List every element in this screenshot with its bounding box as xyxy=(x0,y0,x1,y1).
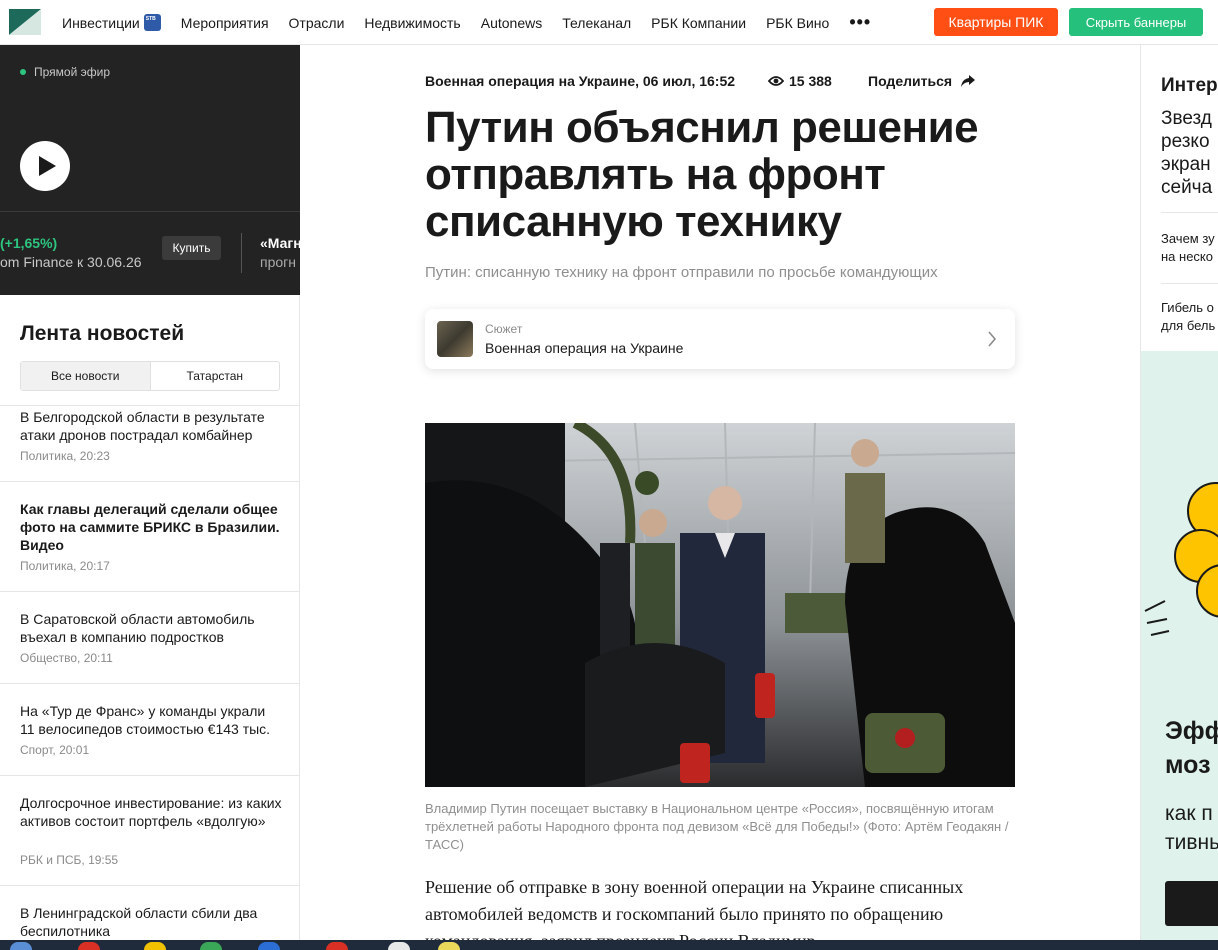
view-count: 15 388 xyxy=(768,73,832,89)
nav-realty[interactable]: Недвижимость xyxy=(364,15,460,31)
news-title[interactable]: Долгосрочное инвестирование: из каких ак… xyxy=(20,794,282,830)
nav-industries[interactable]: Отрасли xyxy=(289,15,345,31)
more-menu-icon[interactable]: ••• xyxy=(849,12,871,33)
nav-wine[interactable]: РБК Вино xyxy=(766,15,829,31)
news-title[interactable]: На «Тур де Франс» у команды украли 11 ве… xyxy=(20,702,282,738)
ad-subtitle: тивны xyxy=(1165,831,1218,854)
sidebar-headline[interactable]: экран xyxy=(1161,153,1211,176)
os-taskbar xyxy=(0,940,1218,950)
news-meta: Политика, 20:17 xyxy=(20,559,110,573)
news-item[interactable]: На «Тур де Франс» у команды украли 11 ве… xyxy=(0,683,300,775)
nav-autonews[interactable]: Autonews xyxy=(481,15,542,31)
article-subheading: Путин: списанную технику на фронт отправ… xyxy=(425,264,938,281)
article-photo xyxy=(425,423,1015,787)
taskbar-app-icon[interactable] xyxy=(326,942,348,950)
ad-subtitle: как п xyxy=(1165,802,1213,825)
share-arrow-icon xyxy=(961,75,976,87)
article-lead: Решение об отправке в зону военной опера… xyxy=(425,877,964,950)
article-headline: Путин объяснил решение отправлять на фро… xyxy=(425,103,979,246)
taskbar-app-icon[interactable] xyxy=(10,942,32,950)
news-title[interactable]: В Саратовской области автомобиль въехал … xyxy=(20,610,282,646)
flower-illustration-icon xyxy=(1144,482,1218,636)
news-title[interactable]: В Белгородской области в результате атак… xyxy=(20,408,282,444)
share-button[interactable]: Поделиться xyxy=(868,73,976,89)
tab-tatarstan[interactable]: Татарстан xyxy=(151,362,280,390)
rbc-logo[interactable] xyxy=(5,7,43,37)
sidebar-link[interactable]: для бель xyxy=(1161,317,1215,335)
ticker-next-title[interactable]: «Магн xyxy=(260,235,300,251)
quote-source: om Finance к 30.06.26 xyxy=(0,254,142,270)
chevron-right-icon[interactable] xyxy=(987,330,997,348)
sidebar-section-title: Интер xyxy=(1161,75,1218,96)
ad-banner[interactable]: Эфф моз как п тивны xyxy=(1141,351,1218,950)
hide-banners-button[interactable]: Скрыть баннеры xyxy=(1069,8,1203,36)
left-column: Прямой эфир (+1,65%) om Finance к 30.06.… xyxy=(0,45,300,950)
divider xyxy=(1161,212,1218,213)
story-title[interactable]: Военная операция на Украине xyxy=(485,340,683,356)
tab-all-news[interactable]: Все новости xyxy=(21,362,151,390)
news-meta: Общество, 20:11 xyxy=(20,651,113,665)
nav-events[interactable]: Мероприятия xyxy=(181,15,269,31)
nav-tv[interactable]: Телеканал xyxy=(562,15,631,31)
news-title[interactable]: Как главы делегаций сделали общее фото н… xyxy=(20,500,282,554)
divider xyxy=(1161,283,1218,284)
sidebar-headline[interactable]: сейча xyxy=(1161,176,1212,199)
sidebar-headline[interactable]: резко xyxy=(1161,130,1210,153)
pik-apartments-button[interactable]: Квартиры ПИК xyxy=(934,8,1058,36)
nav-companies[interactable]: РБК Компании xyxy=(651,15,746,31)
taskbar-app-icon[interactable] xyxy=(144,942,166,950)
news-meta: Политика, 20:23 xyxy=(20,449,110,463)
story-label: Сюжет xyxy=(485,322,523,336)
ad-button[interactable] xyxy=(1165,881,1218,926)
stb-badge-icon xyxy=(143,14,161,31)
news-item[interactable]: В Саратовской области автомобиль въехал … xyxy=(0,591,300,683)
play-icon[interactable] xyxy=(20,141,70,191)
quote-change: (+1,65%) xyxy=(0,235,58,251)
sidebar-link[interactable]: Гибель о xyxy=(1161,299,1214,317)
news-feed-title: Лента новостей xyxy=(20,322,185,345)
story-card[interactable]: Сюжет Военная операция на Украине xyxy=(425,309,1015,369)
taskbar-app-icon[interactable] xyxy=(200,942,222,950)
taskbar-app-icon[interactable] xyxy=(438,942,460,950)
divider xyxy=(0,211,300,212)
news-title[interactable]: В Ленинградской области сбили два беспил… xyxy=(20,904,282,940)
news-meta: Спорт, 20:01 xyxy=(20,743,90,757)
eye-icon xyxy=(768,76,784,86)
right-column: Интер Звезд резко экран сейча Зачем зу н… xyxy=(1140,45,1218,950)
photo-illustration xyxy=(425,423,1015,787)
ad-title: Эфф xyxy=(1165,717,1218,745)
sidebar-link[interactable]: на неско xyxy=(1161,248,1213,266)
live-player[interactable]: Прямой эфир (+1,65%) om Finance к 30.06.… xyxy=(0,45,300,295)
live-dot-icon xyxy=(20,69,26,75)
live-label: Прямой эфир xyxy=(20,65,110,79)
ad-title: моз xyxy=(1165,751,1211,779)
ticker-next-subtitle: прогн xyxy=(260,254,296,270)
article-rubric-date[interactable]: Военная операция на Украине, 06 июл, 16:… xyxy=(425,73,735,89)
news-item[interactable]: В Белгородской области в результате атак… xyxy=(0,405,300,481)
taskbar-app-icon[interactable] xyxy=(78,942,100,950)
story-thumbnail xyxy=(437,321,473,357)
news-item[interactable]: Долгосрочное инвестирование: из каких ак… xyxy=(0,775,300,885)
sidebar-link[interactable]: Зачем зу xyxy=(1161,230,1215,248)
photo-caption: Владимир Путин посещает выставку в Нацио… xyxy=(425,801,1009,852)
taskbar-app-icon[interactable] xyxy=(388,942,410,950)
feed-tabs: Все новости Татарстан xyxy=(20,361,280,391)
buy-button[interactable]: Купить xyxy=(162,236,221,260)
news-item[interactable]: Как главы делегаций сделали общее фото н… xyxy=(0,481,300,591)
sidebar-headline[interactable]: Звезд xyxy=(1161,107,1212,130)
taskbar-app-icon[interactable] xyxy=(258,942,280,950)
top-navigation: Инвестиции Мероприятия Отрасли Недвижимо… xyxy=(0,0,1218,45)
divider xyxy=(241,233,242,273)
news-meta: РБК и ПСБ, 19:55 xyxy=(20,853,119,867)
nav-investments[interactable]: Инвестиции xyxy=(62,14,161,31)
